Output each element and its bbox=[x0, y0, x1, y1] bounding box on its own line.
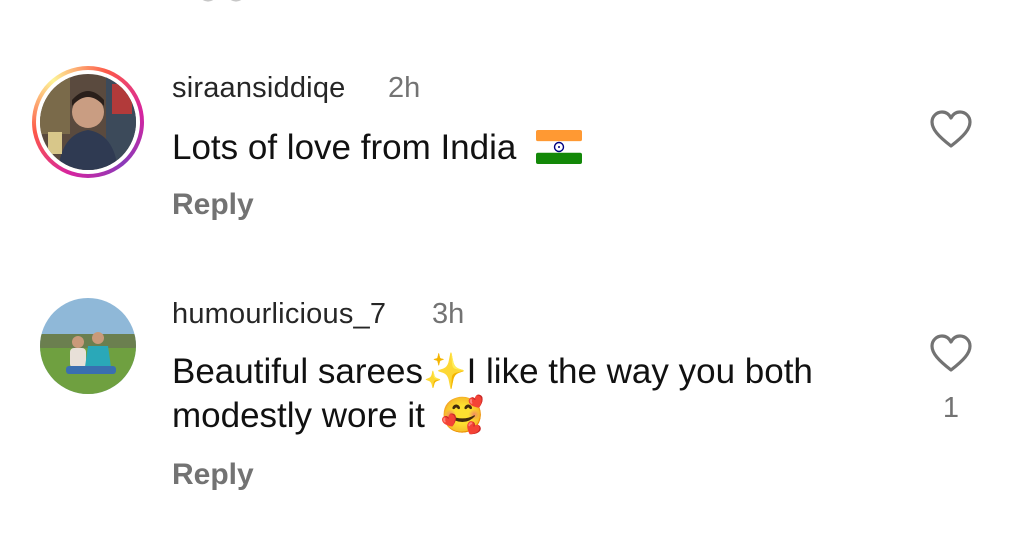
avatar-photo bbox=[40, 298, 136, 394]
comment-item: siraansiddiqe 2h Lots of love from India… bbox=[0, 0, 1024, 260]
avatar-photo bbox=[40, 74, 136, 170]
sparkles-icon: ✨ bbox=[422, 352, 467, 391]
comment-text: Beautiful sarees✨I like the way you both… bbox=[172, 350, 892, 438]
comment-timestamp: 2h bbox=[388, 72, 421, 104]
like-count[interactable]: 1 bbox=[930, 392, 972, 425]
comment-text-body: Lots of love from India bbox=[172, 128, 517, 167]
comment-username[interactable]: siraansiddiqe bbox=[172, 72, 346, 105]
avatar[interactable] bbox=[32, 66, 144, 178]
reply-button[interactable]: Reply bbox=[172, 458, 254, 492]
comment-text-line2: modestly wore it bbox=[172, 396, 425, 435]
comment-text-part1: Beautiful sarees bbox=[172, 352, 423, 391]
heart-icon[interactable] bbox=[930, 110, 972, 150]
smiling-face-hearts-icon: 🥰 bbox=[440, 396, 485, 435]
comment-text: Lots of love from India bbox=[172, 126, 892, 170]
flag-india-icon bbox=[536, 129, 583, 164]
reply-button[interactable]: Reply bbox=[172, 188, 254, 222]
comment-item: humourlicious_7 3h Beautiful sarees✨I li… bbox=[0, 270, 1024, 537]
avatar[interactable] bbox=[40, 298, 136, 394]
comment-text-part2: I like the way you both bbox=[466, 352, 813, 391]
comment-timestamp: 3h bbox=[432, 298, 465, 330]
comment-username[interactable]: humourlicious_7 bbox=[172, 298, 386, 331]
heart-icon[interactable] bbox=[930, 334, 972, 374]
